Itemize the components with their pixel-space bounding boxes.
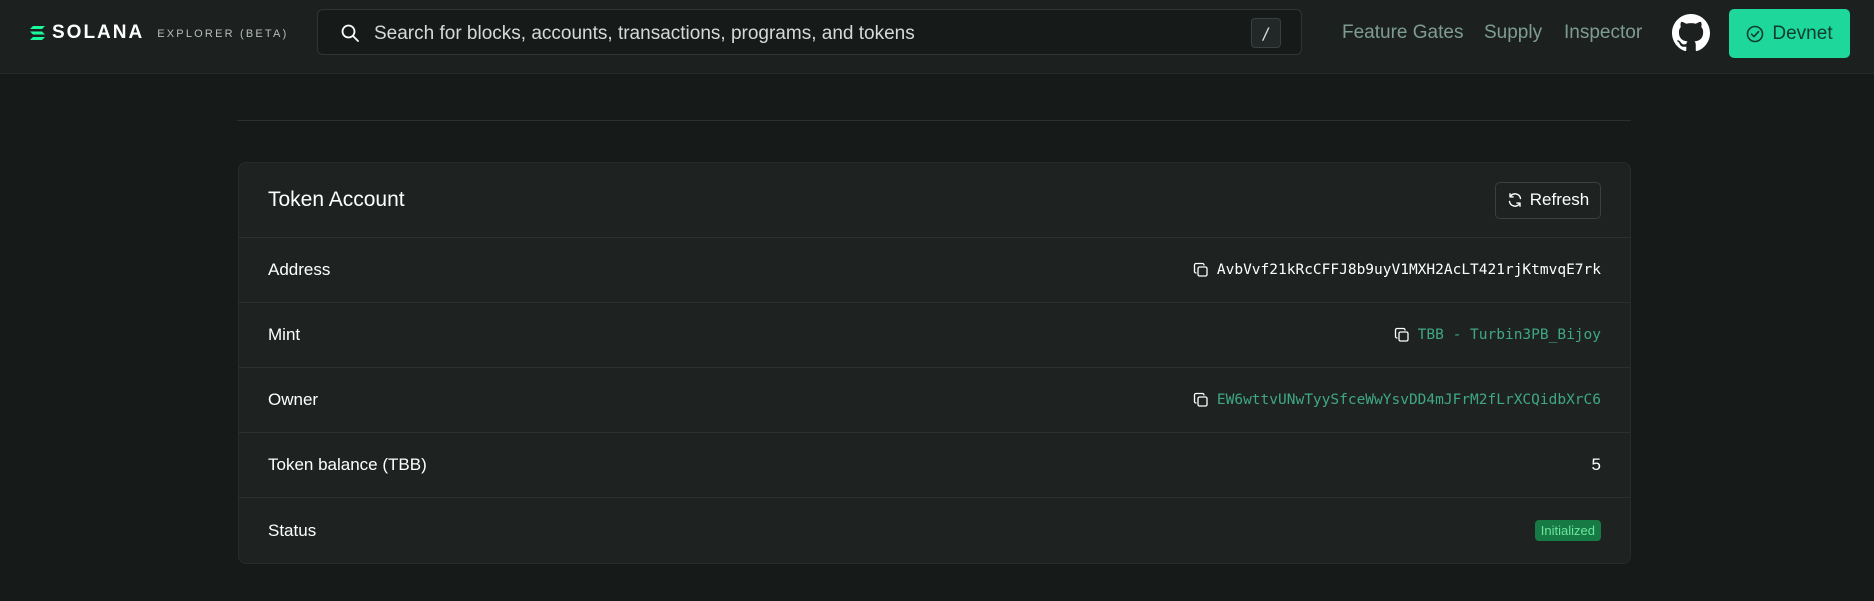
copy-icon[interactable] <box>1394 327 1410 343</box>
cluster-select-button[interactable]: Devnet <box>1729 9 1850 58</box>
nav-link-inspector[interactable]: Inspector <box>1564 22 1642 44</box>
search-placeholder: Search for blocks, accounts, transaction… <box>374 23 915 44</box>
search-input[interactable]: Search for blocks, accounts, transaction… <box>317 9 1302 55</box>
github-icon[interactable] <box>1672 14 1710 52</box>
status-badge: Initialized <box>1534 520 1601 541</box>
top-navbar: SOLANA EXPLORER (BETA) Search for blocks… <box>0 0 1874 74</box>
section-divider <box>237 120 1631 121</box>
row-address: Address AvbVvf21kRcCFFJ8b9uyV1MXH2AcLT42… <box>239 238 1630 303</box>
nav-link-supply[interactable]: Supply <box>1484 22 1542 44</box>
token-balance-value: 5 <box>1591 455 1601 474</box>
copy-icon[interactable] <box>1193 392 1209 408</box>
row-label-address: Address <box>268 260 331 279</box>
brand-subtitle: EXPLORER (BETA) <box>157 27 289 40</box>
address-text: AvbVvf21kRcCFFJ8b9uyV1MXH2AcLT421rjKtmvq… <box>1216 262 1601 278</box>
cluster-label: Devnet <box>1772 22 1833 44</box>
row-owner: Owner EW6wttvUNwTyySfceWwYsvDD4mJFrM2fLr… <box>239 368 1630 433</box>
nav-link-feature-gates[interactable]: Feature Gates <box>1342 22 1463 44</box>
row-label-mint: Mint <box>268 325 301 344</box>
row-token-balance: Token balance (TBB) 5 <box>239 433 1630 498</box>
address-value: AvbVvf21kRcCFFJ8b9uyV1MXH2AcLT421rjKtmvq… <box>1193 262 1601 278</box>
solana-logo-icon <box>30 26 45 40</box>
row-mint: Mint TBB - Turbin3PB_Bijoy <box>239 303 1630 368</box>
token-account-card: Token Account Refresh Address AvbVvf21kR… <box>238 162 1631 564</box>
refresh-label: Refresh <box>1529 190 1590 209</box>
row-label-token-balance: Token balance (TBB) <box>268 455 427 474</box>
refresh-icon <box>1508 193 1521 207</box>
mint-value: TBB - Turbin3PB_Bijoy <box>1394 327 1601 343</box>
refresh-button[interactable]: Refresh <box>1495 181 1601 219</box>
row-label-status: Status <box>268 520 317 540</box>
row-label-owner: Owner <box>268 390 319 409</box>
mint-link[interactable]: TBB - Turbin3PB_Bijoy <box>1418 327 1601 343</box>
check-circle-icon <box>1747 25 1764 42</box>
card-header: Token Account Refresh <box>239 163 1630 238</box>
search-icon <box>341 24 359 42</box>
row-status: Status Initialized <box>239 498 1630 563</box>
owner-link[interactable]: EW6wttvUNwTyySfceWwYsvDD4mJFrM2fLrXCQidb… <box>1217 392 1601 408</box>
brand-name: SOLANA <box>52 22 145 43</box>
card-title: Token Account <box>268 188 405 211</box>
brand-logo-link[interactable]: SOLANA EXPLORER (BETA) <box>30 22 289 43</box>
search-shortcut-key: / <box>1251 18 1281 48</box>
copy-icon[interactable] <box>1193 262 1209 278</box>
owner-value: EW6wttvUNwTyySfceWwYsvDD4mJFrM2fLrXCQidb… <box>1193 392 1601 408</box>
